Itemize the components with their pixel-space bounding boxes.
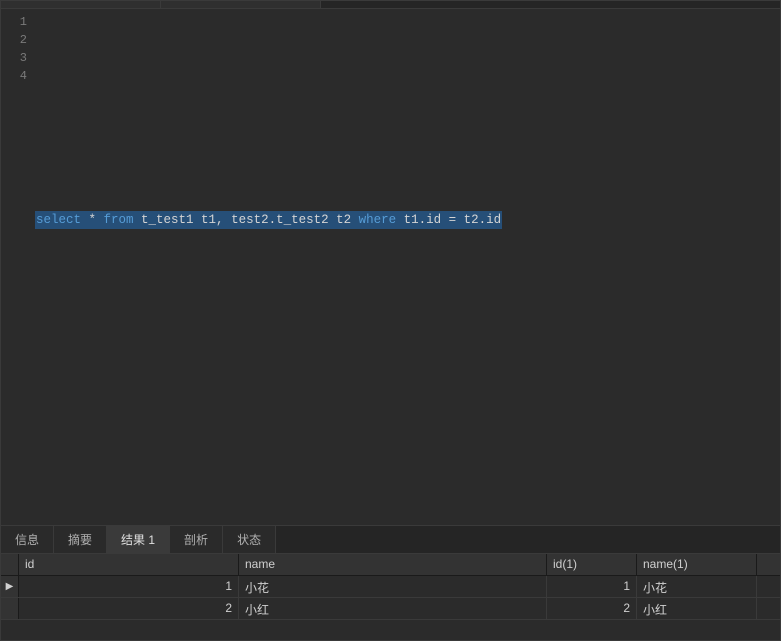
sql-keyword-where: where [359,213,397,227]
cell-name[interactable]: 小红 [239,598,547,619]
grid-row-marker-header [1,554,19,575]
code-line [35,103,780,121]
code-area[interactable]: select * from t_test1 t1, test2.t_test2 … [35,9,780,525]
selection: select * from t_test1 t1, test2.t_test2 … [35,211,502,229]
cell-name[interactable]: 小花 [239,576,547,597]
sql-token: t1.id = t2.id [396,213,501,227]
column-header-name[interactable]: name [239,554,547,575]
code-line [35,157,780,175]
cell-name1[interactable]: 小花 [637,576,757,597]
results-tab-row: 信息 摘要 结果 1 剖析 状态 [1,526,780,554]
tab-summary[interactable]: 摘要 [54,526,107,553]
grid-body: ▶ 1 小花 1 小花 2 小红 2 小红 [1,576,780,640]
cell-id[interactable]: 1 [19,576,239,597]
editor-tab-stub[interactable] [1,1,161,8]
line-number-gutter: 1 2 3 4 [1,9,35,525]
editor-tab-stub[interactable] [161,1,321,8]
table-row[interactable]: ▶ 1 小花 1 小花 [1,576,780,598]
tab-profile[interactable]: 剖析 [170,526,223,553]
results-panel: 信息 摘要 结果 1 剖析 状态 id name id(1) name(1) ▶… [1,525,780,640]
table-row[interactable]: 2 小红 2 小红 [1,598,780,620]
line-number: 1 [1,13,27,31]
column-header-id1[interactable]: id(1) [547,554,637,575]
row-marker-icon: ▶ [1,576,19,597]
code-editor[interactable]: 1 2 3 4 select * from t_test1 t1, test2.… [1,9,780,525]
editor-tab-strip [1,1,780,9]
line-number: 3 [1,49,27,67]
line-number: 4 [1,67,27,85]
sql-editor-app: 1 2 3 4 select * from t_test1 t1, test2.… [0,0,781,641]
cell-id[interactable]: 2 [19,598,239,619]
cell-name1[interactable]: 小红 [637,598,757,619]
row-marker-icon [1,598,19,619]
sql-keyword-select: select [36,213,81,227]
tab-status[interactable]: 状态 [223,526,276,553]
sql-token: t_test1 t1, test2.t_test2 t2 [134,213,359,227]
code-line: select * from t_test1 t1, test2.t_test2 … [35,211,780,229]
grid-header-row: id name id(1) name(1) [1,554,780,576]
code-line [35,49,780,67]
sql-token: * [81,213,104,227]
column-header-name1[interactable]: name(1) [637,554,757,575]
cell-id1[interactable]: 1 [547,576,637,597]
sql-keyword-from: from [104,213,134,227]
cell-id1[interactable]: 2 [547,598,637,619]
tab-info[interactable]: 信息 [1,526,54,553]
line-number: 2 [1,31,27,49]
results-grid: id name id(1) name(1) ▶ 1 小花 1 小花 2 小红 2 [1,554,780,640]
column-header-id[interactable]: id [19,554,239,575]
tab-result-1[interactable]: 结果 1 [107,526,170,553]
